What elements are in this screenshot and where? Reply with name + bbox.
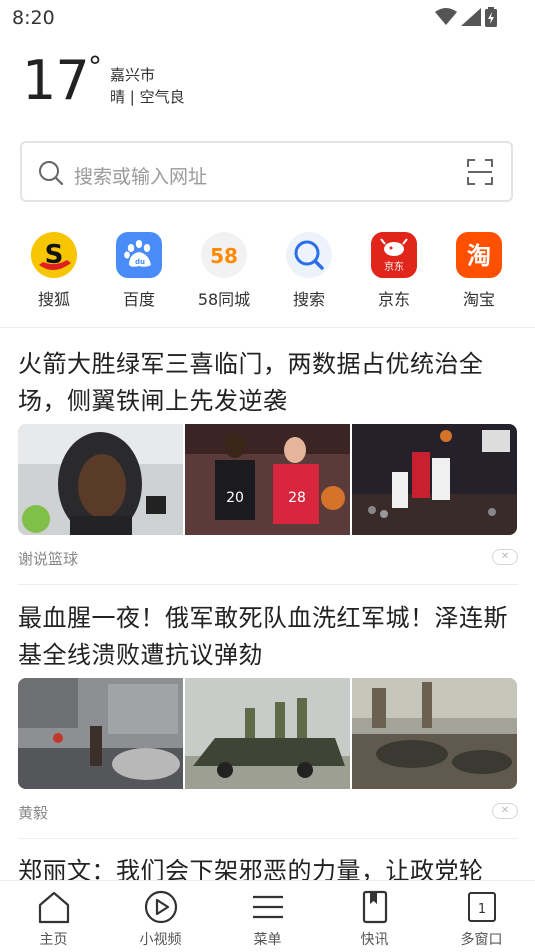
search-placeholder[interactable]: 搜索或输入网址 [74, 162, 207, 189]
status-icons [435, 6, 497, 28]
news-image[interactable] [352, 424, 517, 535]
quick-link-label: 百度 [122, 290, 155, 309]
news-images[interactable]: 20 28 [18, 424, 518, 535]
news-card[interactable]: 火箭大胜绿军三喜临门，两数据占优统治全场，侧翼铁闸上先发逆袭 20 28 谢说篮球… [18, 346, 518, 576]
nav-flash[interactable]: 快讯 [321, 881, 428, 949]
quick-link-label: 58同城 [197, 290, 251, 309]
quick-link-sohu[interactable]: S 搜狐 [14, 232, 94, 310]
bookmark-icon [357, 889, 393, 925]
news-images[interactable] [18, 678, 518, 789]
quick-links: S 搜狐 du 百度 58 58同城 搜索 京东 京东 淘 淘宝 [0, 232, 535, 312]
divider [18, 838, 518, 839]
degree-symbol: ° [88, 50, 102, 83]
58-icon-text: 58 [210, 244, 238, 268]
dismiss-icon[interactable]: ✕ [492, 549, 518, 565]
dismiss-icon[interactable]: ✕ [492, 803, 518, 819]
nav-home[interactable]: 主页 [0, 881, 107, 949]
city-name: 嘉兴市 [110, 66, 156, 84]
search-app-icon [286, 232, 332, 278]
quick-link-baidu[interactable]: du 百度 [99, 232, 179, 310]
baidu-icon: du [116, 232, 162, 278]
window-count: 1 [477, 902, 485, 917]
news-source: 黄毅 [18, 804, 49, 822]
svg-text:20: 20 [226, 490, 244, 506]
search-bar[interactable]: 搜索或输入网址 [20, 141, 513, 202]
news-card[interactable]: 最血腥一夜！俄军敢死队血洗红军城！泽连斯基全线溃败遭抗议弹劾 黄毅 ✕ [18, 600, 518, 830]
divider [18, 584, 518, 585]
video-icon [143, 889, 179, 925]
svg-text:28: 28 [288, 490, 306, 506]
news-image[interactable]: 20 28 [185, 424, 350, 535]
weather-condition: 晴 | 空气良 [110, 88, 185, 106]
58-icon: 58 [201, 232, 247, 278]
sohu-icon: S [31, 232, 77, 278]
news-image[interactable] [18, 678, 183, 789]
status-time: 8:20 [12, 7, 55, 29]
search-icon [39, 161, 64, 186]
windows-icon: 1 [464, 889, 500, 925]
nav-windows[interactable]: 1 多窗口 [428, 881, 535, 949]
nav-label: 快讯 [360, 932, 389, 948]
quick-link-label: 搜狐 [37, 290, 70, 309]
nav-label: 小视频 [139, 932, 182, 948]
taobao-icon: 淘 [456, 232, 502, 278]
nav-video[interactable]: 小视频 [107, 881, 214, 949]
battery-icon [485, 7, 497, 27]
jd-icon: 京东 [371, 232, 417, 278]
news-image[interactable] [18, 424, 183, 535]
nav-label: 主页 [39, 932, 68, 948]
signal-icon [461, 8, 481, 26]
status-bar: 8:20 [0, 0, 535, 36]
scan-icon[interactable] [467, 159, 493, 185]
nav-label: 多窗口 [460, 932, 503, 948]
bottom-nav: 主页 小视频 菜单 快讯 1 多窗口 [0, 880, 535, 952]
home-icon [36, 889, 72, 925]
news-title[interactable]: 郑丽文：我们会下架邪恶的力量，让政党轮 [18, 853, 518, 880]
nav-menu[interactable]: 菜单 [214, 881, 321, 949]
news-title[interactable]: 火箭大胜绿军三喜临门，两数据占优统治全场，侧翼铁闸上先发逆袭 [18, 346, 518, 420]
nav-label: 菜单 [253, 932, 282, 948]
quick-link-search[interactable]: 搜索 [269, 232, 349, 310]
menu-icon [250, 889, 286, 925]
temperature: 17 [22, 49, 90, 112]
svg-text:S: S [45, 240, 64, 270]
jd-icon-text: 京东 [384, 260, 404, 273]
quick-link-label: 搜索 [292, 290, 325, 309]
divider [0, 327, 535, 328]
news-title[interactable]: 最血腥一夜！俄军敢死队血洗红军城！泽连斯基全线溃败遭抗议弹劾 [18, 600, 518, 674]
news-source: 谢说篮球 [18, 550, 79, 568]
wifi-icon [435, 8, 457, 25]
quick-link-label: 京东 [377, 290, 410, 309]
news-card[interactable]: 郑丽文：我们会下架邪恶的力量，让政党轮 [18, 853, 518, 880]
quick-link-label: 淘宝 [462, 290, 495, 309]
quick-link-taobao[interactable]: 淘 淘宝 [439, 232, 519, 310]
news-image[interactable] [352, 678, 517, 789]
quick-link-58[interactable]: 58 58同城 [184, 232, 264, 310]
svg-text:du: du [135, 258, 145, 266]
quick-link-jd[interactable]: 京东 京东 [354, 232, 434, 310]
taobao-icon-text: 淘 [467, 242, 491, 270]
news-image[interactable] [185, 678, 350, 789]
